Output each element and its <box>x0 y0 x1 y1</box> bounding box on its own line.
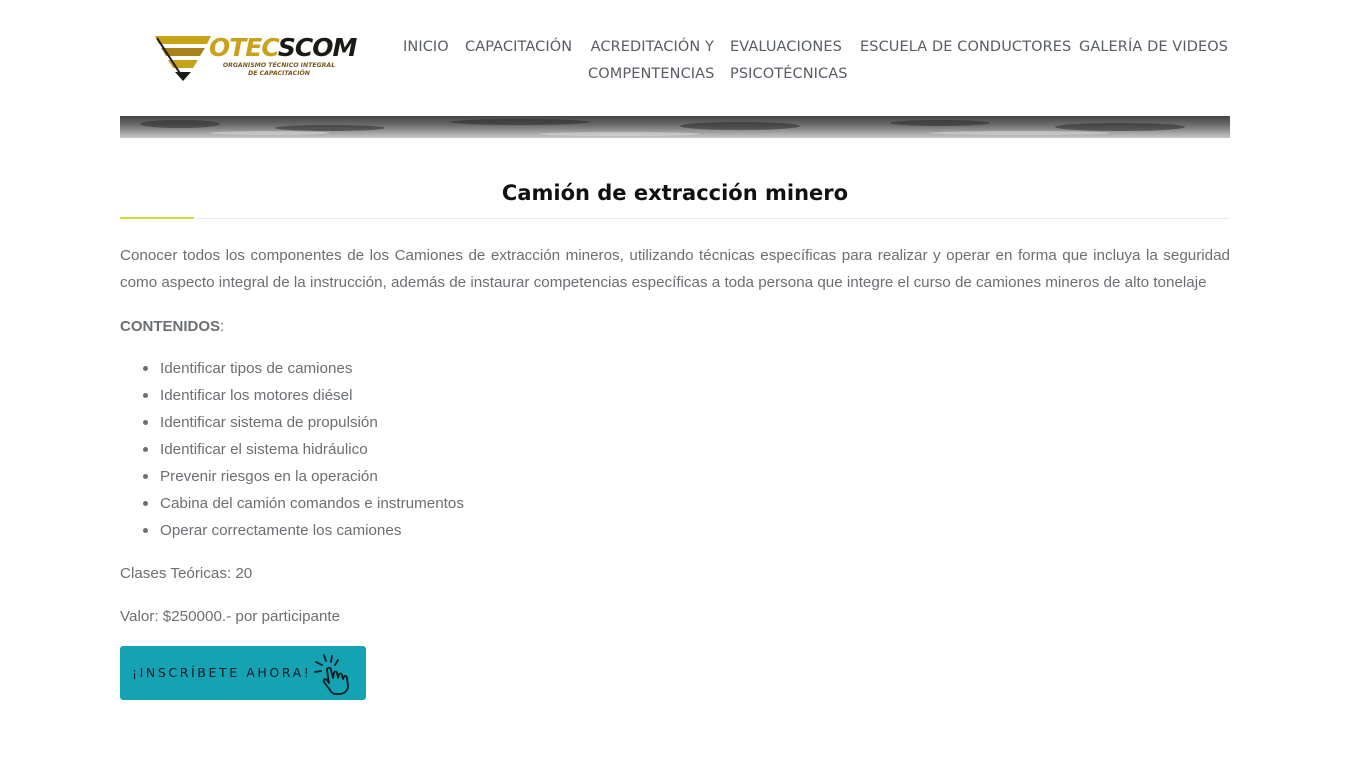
site-header: OTECSCOM ORGANISMO TÉCNICO INTEGRAL DE C… <box>0 0 1348 116</box>
list-item: Identificar los motores diésel <box>140 382 464 409</box>
list-item: Identificar el sistema hidráulico <box>140 436 464 463</box>
contents-heading: CONTENIDOS: <box>120 318 225 335</box>
list-item: Operar correctamente los camiones <box>140 517 464 544</box>
title-divider <box>120 218 1230 219</box>
title-divider-accent <box>120 217 194 219</box>
logo-wordmark: OTECSCOM <box>209 33 357 62</box>
nav-item-label: EVALUACIONES <box>730 39 842 55</box>
enroll-button-label: ¡INSCRÍBETE AHORA! <box>132 665 312 680</box>
nav-item-label: ACREDITACIÓN Y <box>590 39 714 55</box>
nav-item-evaluaciones[interactable]: EVALUACIONES PSICOTÉCNICAS <box>730 34 848 88</box>
contents-list: Identificar tipos de camiones Identifica… <box>140 355 464 544</box>
logo-tagline: ORGANISMO TÉCNICO INTEGRAL DE CAPACITACI… <box>222 62 336 77</box>
nav-item-capacitacion[interactable]: CAPACITACIÓN <box>465 34 572 61</box>
otecscom-logo[interactable]: OTECSCOM ORGANISMO TÉCNICO INTEGRAL DE C… <box>153 30 357 84</box>
hand-pointer-click-icon <box>314 654 349 695</box>
course-price: Valor: $250000.- por participante <box>120 608 341 625</box>
nav-item-label: COMPENTENCIAS <box>588 66 715 82</box>
nav-item-acreditacion[interactable]: ACREDITACIÓN Y COMPENTENCIAS <box>588 34 714 88</box>
page-title: Camión de extracción minero <box>501 181 849 205</box>
list-item: Identificar sistema de propulsión <box>140 409 464 436</box>
hero-image <box>120 116 1230 138</box>
logo-funnel-icon <box>155 36 211 81</box>
nav-item-inicio[interactable]: INICIO <box>403 34 449 61</box>
nav-item-label: PSICOTÉCNICAS <box>730 66 848 82</box>
list-item: Prevenir riesgos en la operación <box>140 463 464 490</box>
list-item: Cabina del camión comandos e instrumento… <box>140 490 464 517</box>
clases-teoricas: Clases Teóricas: 20 <box>120 565 253 582</box>
nav-item-galeria[interactable]: GALERÍA DE VIDEOS <box>1079 34 1228 61</box>
list-item: Identificar tipos de camiones <box>140 355 464 382</box>
course-description: Conocer todos los componentes de los Cam… <box>120 247 1230 291</box>
nav-item-escuela[interactable]: ESCUELA DE CONDUCTORES <box>860 34 1071 61</box>
